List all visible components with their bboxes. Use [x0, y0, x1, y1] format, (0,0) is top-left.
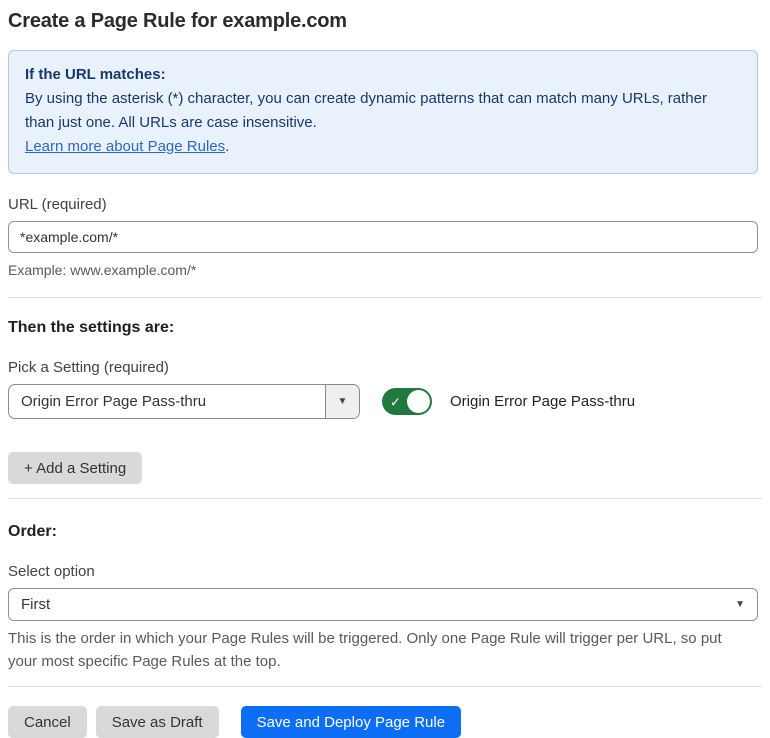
url-example-helper: Example: www.example.com/*	[8, 262, 197, 278]
origin-error-toggle[interactable]: ✓	[382, 388, 432, 415]
pick-setting-label: Pick a Setting (required)	[8, 359, 169, 376]
info-box-heading: If the URL matches:	[25, 66, 166, 83]
chevron-down-icon: ▼	[735, 598, 745, 610]
toggle-label: Origin Error Page Pass-thru	[450, 393, 636, 410]
order-select[interactable]: First ▼	[8, 588, 758, 621]
info-box-body: By using the asterisk (*) character, you…	[25, 90, 707, 131]
order-select-value: First	[21, 596, 51, 613]
cancel-button[interactable]: Cancel	[8, 706, 87, 738]
info-box-link-line: Learn more about Page Rules.	[25, 135, 741, 159]
divider-after-settings	[8, 498, 762, 499]
chevron-down-icon: ▼	[337, 395, 348, 407]
settings-section-heading: Then the settings are:	[8, 319, 175, 336]
save-draft-button[interactable]: Save as Draft	[95, 706, 219, 738]
divider-after-url	[8, 297, 762, 298]
select-option-label: Select option	[8, 563, 95, 580]
page-title: Create a Page Rule for example.com	[8, 10, 347, 32]
url-match-info-box: If the URL matches: By using the asteris…	[8, 50, 758, 174]
setting-dropdown[interactable]: Origin Error Page Pass-thru ▼	[8, 384, 360, 419]
check-icon: ✓	[390, 394, 401, 409]
divider-before-footer	[8, 686, 762, 687]
learn-more-link[interactable]: Learn more about Page Rules	[25, 138, 225, 155]
setting-dropdown-arrow-button[interactable]: ▼	[325, 385, 359, 418]
link-suffix: .	[225, 138, 230, 155]
url-field-label: URL (required)	[8, 196, 107, 213]
order-helper-text: This is the order in which your Page Rul…	[8, 630, 722, 670]
save-deploy-button[interactable]: Save and Deploy Page Rule	[240, 706, 462, 738]
add-setting-button[interactable]: + Add a Setting	[8, 452, 143, 484]
footer-actions: Cancel Save as Draft Save and Deploy Pag…	[8, 706, 762, 738]
setting-row: Origin Error Page Pass-thru ▼ ✓ Origin E…	[8, 384, 762, 419]
order-section-heading: Order:	[8, 523, 57, 540]
url-input[interactable]	[8, 221, 758, 253]
toggle-knob	[407, 390, 430, 413]
setting-dropdown-value: Origin Error Page Pass-thru	[21, 393, 207, 410]
